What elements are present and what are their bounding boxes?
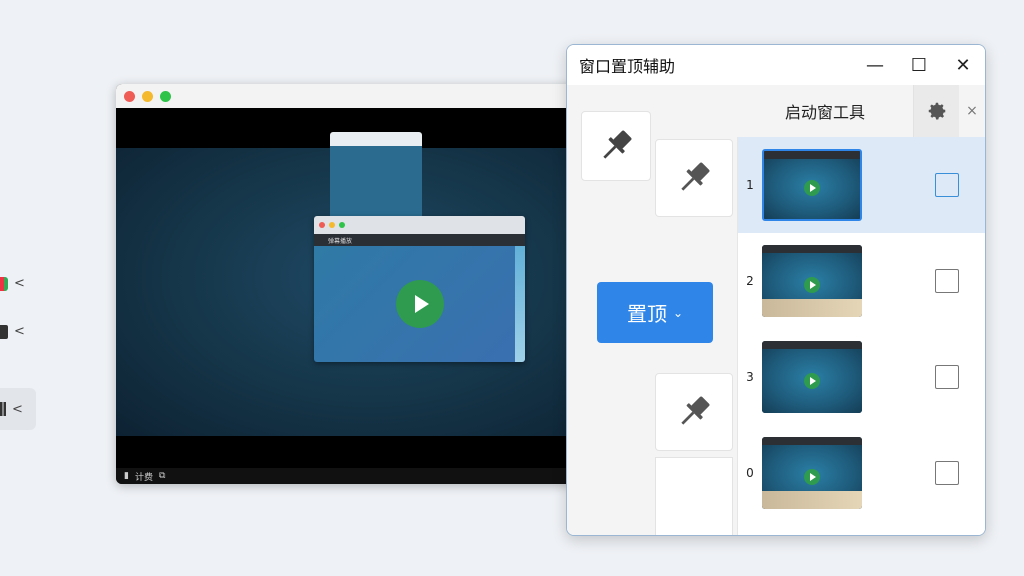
window-thumbnail <box>762 341 862 413</box>
monitor-icon <box>0 324 8 339</box>
pin-icon <box>681 162 710 191</box>
chevron-left-icon: < <box>12 401 23 417</box>
tool-close-button[interactable]: × <box>959 103 985 119</box>
mini-zoom-dot-icon[interactable] <box>339 222 345 228</box>
tool-title: 启动窗工具 <box>784 103 865 122</box>
row-checkbox[interactable] <box>935 269 959 293</box>
helper-titlebar[interactable]: 窗口置顶辅助 — ☐ ✕ <box>567 45 985 85</box>
pin-icon <box>681 396 710 425</box>
mini-titlebar[interactable] <box>314 216 525 234</box>
window-thumbnail <box>762 437 862 509</box>
player-bottom-text: 计费 <box>134 472 153 483</box>
minimize-button[interactable]: — <box>853 45 897 85</box>
copy-icon: ⧉ <box>158 471 166 481</box>
mini-title: 弹幕播放 <box>314 234 525 246</box>
row-number: 0 <box>746 466 754 480</box>
player-titlebar[interactable] <box>116 84 576 108</box>
pin-tile-main[interactable] <box>581 111 651 181</box>
pin-tile-tertiary[interactable] <box>655 373 733 451</box>
row-checkbox[interactable] <box>935 461 959 485</box>
mini-video <box>314 246 525 362</box>
mini-side-panel <box>515 246 525 362</box>
window-thumbnail <box>762 149 862 221</box>
minimize-dot-icon[interactable] <box>142 90 153 102</box>
window-list: 1 2 3 0 <box>737 137 985 535</box>
chevron-left-icon: < <box>14 324 25 339</box>
settings-button[interactable] <box>913 85 959 137</box>
window-row[interactable]: 3 <box>738 329 985 425</box>
row-checkbox[interactable] <box>935 173 959 197</box>
zoom-dot-icon[interactable] <box>160 90 171 102</box>
play-icon <box>804 468 820 485</box>
window-thumbnail <box>762 245 862 317</box>
gear-icon <box>928 102 946 120</box>
helper-title: 窗口置顶辅助 <box>579 57 676 76</box>
sidebar-item-app[interactable]: < <box>0 276 25 291</box>
sidebar-item-monitor[interactable]: < <box>0 324 25 339</box>
chart-icon <box>0 402 6 416</box>
mini-minimize-dot-icon[interactable] <box>329 222 335 228</box>
close-dot-icon[interactable] <box>124 90 135 102</box>
window-row[interactable]: 1 <box>738 137 985 233</box>
pin-top-label: 置顶 <box>626 302 667 326</box>
maximize-button[interactable]: ☐ <box>897 45 941 85</box>
window-row[interactable]: 2 <box>738 233 985 329</box>
chevron-down-icon: ⌄ <box>672 305 684 320</box>
pin-helper-window[interactable]: 窗口置顶辅助 — ☐ ✕ 置顶 ⌄ 启动窗工具 × 1 2 3 0 <box>566 44 986 536</box>
chevron-left-icon: < <box>14 276 25 291</box>
row-number: 2 <box>746 274 754 288</box>
play-icon <box>804 180 820 197</box>
pin-tools-column: 置顶 ⌄ <box>567 85 737 535</box>
play-icon <box>804 276 820 293</box>
player-status-bar: ▮ 计费 ⧉ <box>116 468 576 484</box>
pin-icon <box>603 130 632 159</box>
helper-body: 置顶 ⌄ 启动窗工具 × 1 2 3 0 <box>567 85 985 535</box>
flag-icon: ▮ <box>124 471 129 481</box>
row-number: 1 <box>746 178 754 192</box>
play-icon[interactable] <box>395 280 444 328</box>
pin-tile-empty <box>655 457 733 535</box>
sidebar-item-chart[interactable]: < <box>0 388 36 430</box>
app-icon <box>0 276 8 291</box>
mini-close-dot-icon[interactable] <box>319 222 325 228</box>
play-icon <box>804 372 820 389</box>
pin-top-button[interactable]: 置顶 ⌄ <box>597 282 713 343</box>
window-row[interactable]: 0 <box>738 425 985 521</box>
tool-header: 启动窗工具 × <box>737 85 985 137</box>
close-button[interactable]: ✕ <box>941 45 985 85</box>
row-number: 3 <box>746 370 754 384</box>
pin-tile-secondary[interactable] <box>655 139 733 217</box>
floating-mini-player[interactable]: 弹幕播放 <box>314 216 525 362</box>
row-checkbox[interactable] <box>935 365 959 389</box>
